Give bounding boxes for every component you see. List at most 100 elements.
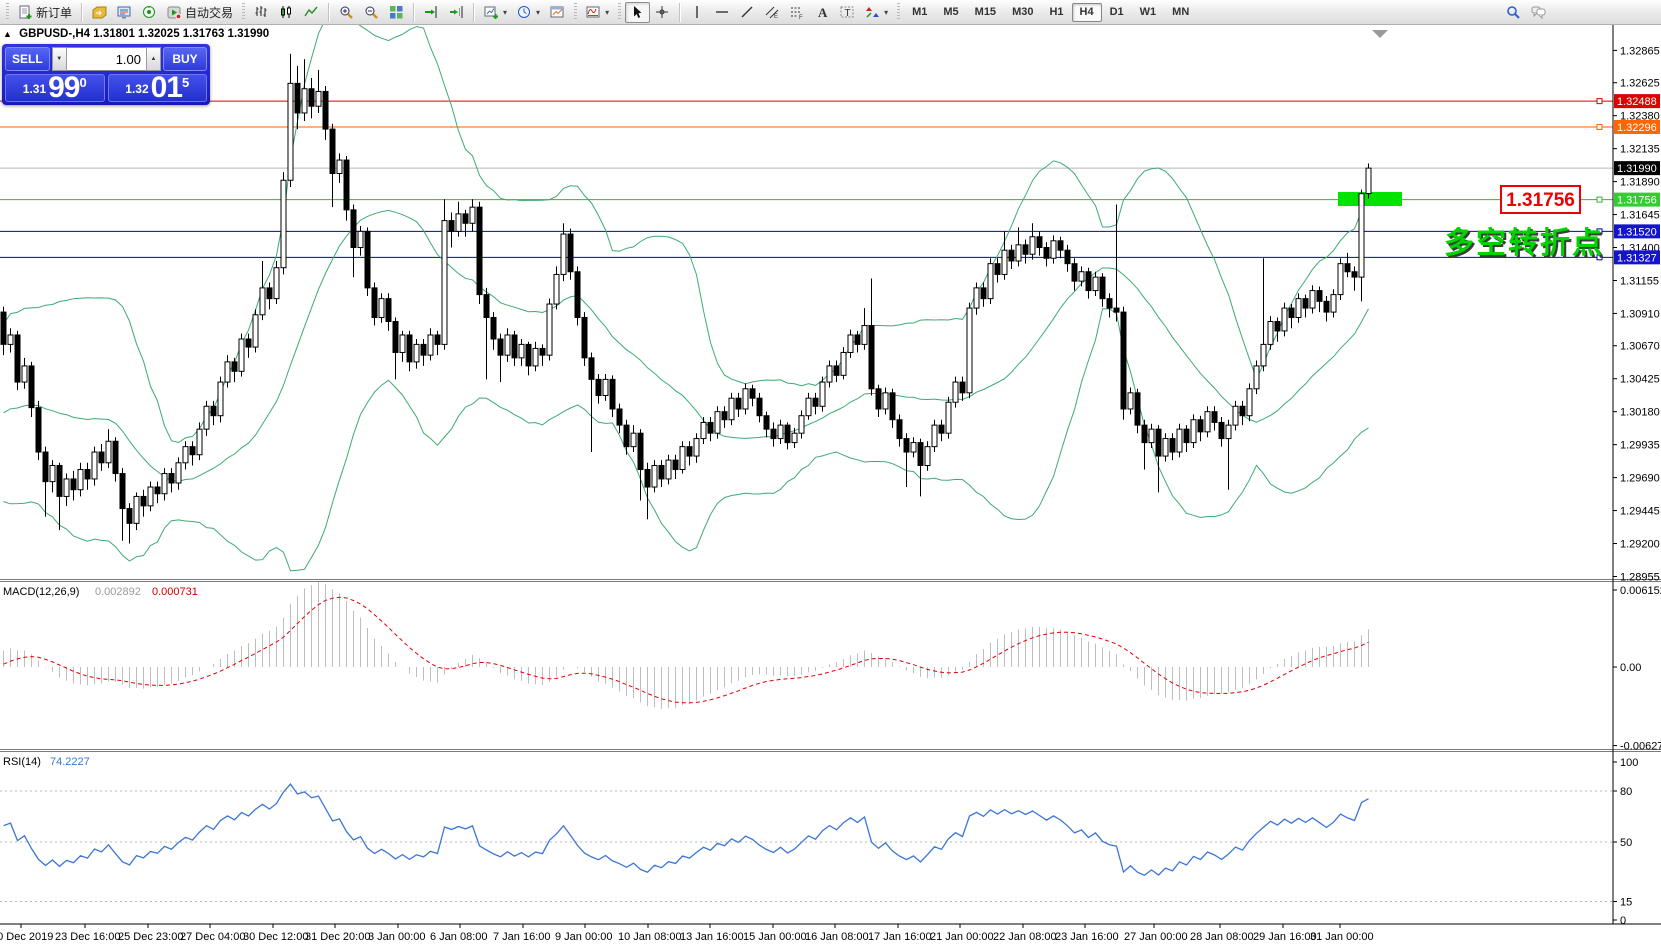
charts-folder-icon[interactable] — [87, 2, 112, 23]
periods-icon[interactable]: ▾ — [512, 2, 545, 23]
svg-text:0.002892: 0.002892 — [95, 586, 141, 598]
new-order-icon — [18, 5, 33, 20]
dropdown-caret-icon[interactable]: ▾ — [884, 8, 888, 17]
chat-icon — [1531, 5, 1546, 20]
price-label-box[interactable]: 1.31756 — [1501, 186, 1580, 213]
time-axis-label: 15 Jan 00:00 — [743, 931, 807, 943]
autotrading-button[interactable]: 自动交易 — [162, 2, 238, 23]
new-order-button[interactable]: 新订单 — [13, 2, 77, 23]
bar-chart-icon[interactable] — [249, 2, 274, 23]
svg-text:1.31520: 1.31520 — [1617, 226, 1657, 238]
svg-text:多空转折点: 多空转折点 — [1444, 227, 1604, 260]
auto-scroll-icon[interactable] — [419, 2, 444, 23]
price-axis-label: 1.29935 — [1620, 440, 1660, 452]
symbol-period: GBPUSD-,H4 — [19, 28, 90, 40]
text-label-icon[interactable]: T — [835, 2, 860, 23]
navigator-icon[interactable] — [137, 2, 162, 23]
tile-windows-icon[interactable] — [384, 2, 409, 23]
svg-text:E: E — [774, 14, 778, 20]
hline-icon[interactable] — [710, 2, 735, 23]
zoom-in-icon[interactable] — [334, 2, 359, 23]
buy-price-prefix: 1.32 — [125, 82, 148, 99]
time-axis-label: 6 Jan 08:00 — [430, 931, 488, 943]
chart-canvas[interactable]: 1.328651.326251.323801.321351.318901.316… — [0, 25, 1661, 947]
vline-icon — [690, 5, 705, 20]
candle-chart-icon[interactable] — [274, 2, 299, 23]
market-watch-icon[interactable] — [112, 2, 137, 23]
zoom-out-icon[interactable] — [359, 2, 384, 23]
line-anchor[interactable] — [1597, 197, 1602, 202]
shapes-icon — [865, 5, 880, 20]
chart-shift-icon[interactable] — [444, 2, 469, 23]
dropdown-caret-icon[interactable]: ▾ — [605, 8, 609, 17]
svg-text:F: F — [799, 15, 803, 20]
dropdown-caret-icon[interactable]: ▾ — [503, 8, 507, 17]
text-icon[interactable]: A — [810, 2, 835, 23]
vline-icon[interactable] — [685, 2, 710, 23]
timeframe-m1-button[interactable]: M1 — [904, 3, 935, 22]
timeframe-d1-button[interactable]: D1 — [1102, 3, 1132, 22]
buy-price-button[interactable]: 1.32 01 5 — [108, 74, 208, 102]
buy-price-sup: 5 — [182, 75, 189, 90]
buy-button[interactable]: BUY — [163, 47, 207, 71]
volume-increase-button[interactable]: ▲ — [146, 47, 161, 71]
time-axis-label: 20 Dec 2019 — [0, 931, 53, 943]
timeframe-mn-button[interactable]: MN — [1164, 3, 1197, 22]
highlight-rectangle[interactable] — [1338, 192, 1402, 206]
channel-icon[interactable]: E — [760, 2, 785, 23]
sell-price-sup: 0 — [80, 75, 87, 90]
macd-axis-label: 0.00 — [1620, 662, 1641, 674]
timeframe-m30-button[interactable]: M30 — [1004, 3, 1041, 22]
price-axis-label: 1.31155 — [1620, 275, 1659, 287]
line-chart-icon[interactable] — [299, 2, 324, 23]
chat-icon[interactable] — [1526, 2, 1551, 23]
sell-button[interactable]: SELL — [5, 47, 50, 71]
toolbar-separator — [328, 3, 330, 22]
time-axis-label: 29 Jan 16:00 — [1253, 931, 1317, 943]
crosshair-icon[interactable] — [650, 2, 675, 23]
timeframe-m15-button[interactable]: M15 — [967, 3, 1004, 22]
time-axis-label: 25 Dec 23:00 — [118, 931, 183, 943]
trendline-icon[interactable] — [735, 2, 760, 23]
cursor-icon[interactable] — [625, 2, 650, 23]
macd-label: MACD(12,26,9)0.0028920.000731 — [3, 586, 198, 598]
svg-text:0.000731: 0.000731 — [152, 586, 198, 598]
timeframe-m5-button[interactable]: M5 — [935, 3, 966, 22]
new-chart-icon — [484, 5, 499, 20]
turning-point-annotation[interactable]: 多空转折点多空转折点 — [1444, 227, 1606, 262]
crosshair-icon — [655, 5, 670, 20]
rsi-axis-label: 0 — [1620, 915, 1626, 927]
time-axis-label: 27 Jan 00:00 — [1124, 931, 1188, 943]
sell-price-button[interactable]: 1.31 99 0 — [5, 74, 105, 102]
time-axis-label: 27 Dec 04:00 — [180, 931, 245, 943]
price-axis-label: 1.30180 — [1620, 407, 1660, 419]
price-badge-1.31756: 1.31756 — [1614, 193, 1660, 207]
indicators-icon[interactable]: ▾ — [581, 2, 614, 23]
price-axis-label: 1.32135 — [1620, 144, 1660, 156]
shapes-icon[interactable]: ▾ — [860, 2, 893, 23]
line-anchor[interactable] — [1597, 124, 1602, 129]
volume-stepper: ▼ 1.00 ▲ — [52, 47, 161, 71]
volume-value[interactable]: 1.00 — [67, 47, 146, 71]
time-axis-label: 23 Dec 16:00 — [55, 931, 120, 943]
price-badge-1.32488: 1.32488 — [1614, 94, 1660, 108]
timeframe-w1-button[interactable]: W1 — [1132, 3, 1165, 22]
new-chart-icon[interactable]: ▾ — [479, 2, 512, 23]
svg-text:1.31756: 1.31756 — [1617, 195, 1657, 207]
svg-text:A: A — [818, 5, 828, 20]
time-axis-label: 10 Jan 08:00 — [618, 931, 682, 943]
fibonacci-icon[interactable]: F — [785, 2, 810, 23]
chart-title: ▲ GBPUSD-,H4 1.31801 1.32025 1.31763 1.3… — [3, 28, 269, 40]
autotrading-label: 自动交易 — [185, 4, 233, 21]
dropdown-caret-icon[interactable]: ▾ — [536, 8, 540, 17]
line-anchor[interactable] — [1597, 99, 1602, 104]
svg-text:1.32488: 1.32488 — [1617, 96, 1657, 108]
timeframe-h4-button[interactable]: H4 — [1072, 3, 1102, 22]
time-axis-label: 22 Jan 08:00 — [993, 931, 1057, 943]
timeframe-h1-button[interactable]: H1 — [1041, 3, 1071, 22]
charts-folder-icon — [92, 5, 107, 20]
search-icon[interactable] — [1501, 2, 1526, 23]
search-icon — [1506, 5, 1521, 20]
template-icon[interactable] — [545, 2, 570, 23]
volume-decrease-button[interactable]: ▼ — [52, 47, 67, 71]
